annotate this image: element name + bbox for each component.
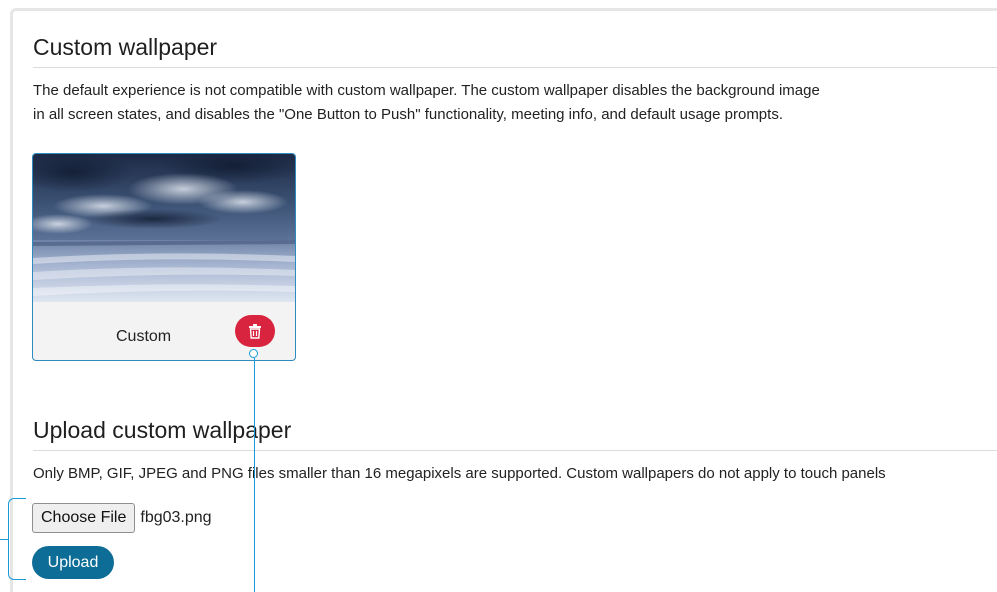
annotation-callout-line — [254, 358, 255, 592]
annotation-bracket — [8, 498, 26, 580]
custom-wallpaper-description-line2: in all screen states, and disables the "… — [33, 106, 783, 123]
annotation-bracket-tick — [0, 539, 8, 540]
upload-wallpaper-title: Upload custom wallpaper — [33, 417, 292, 443]
choose-file-button[interactable]: Choose File — [32, 503, 136, 533]
annotation-callout-dot — [249, 349, 258, 358]
wallpaper-card-custom[interactable]: Custom — [32, 153, 296, 361]
wallpaper-card-label: Custom — [116, 328, 172, 345]
wallpaper-thumbnail — [33, 154, 295, 302]
trash-icon — [249, 323, 261, 339]
delete-wallpaper-button[interactable] — [235, 315, 275, 347]
custom-wallpaper-description-line1: The default experience is not compatible… — [33, 82, 820, 99]
file-picker: Choose File fbg03.png — [32, 503, 212, 533]
upload-button[interactable]: Upload — [32, 546, 114, 579]
section-divider — [33, 67, 997, 68]
custom-wallpaper-title: Custom wallpaper — [33, 34, 218, 60]
selected-file-name: fbg03.png — [140, 509, 212, 526]
section-divider — [33, 450, 997, 451]
upload-description: Only BMP, GIF, JPEG and PNG files smalle… — [33, 465, 886, 482]
